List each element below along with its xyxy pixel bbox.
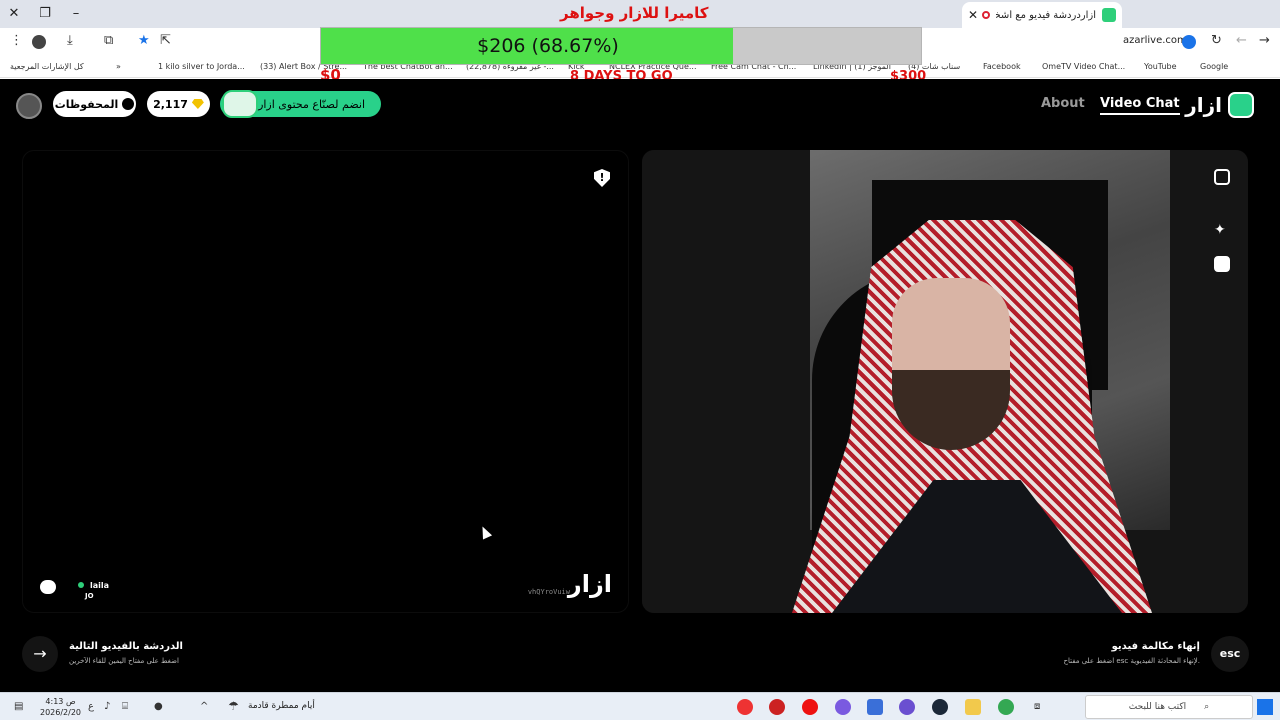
nav-video-chat[interactable]: Video Chat [1100, 96, 1180, 115]
weather-text[interactable]: أيام ممطرة قادمة [248, 701, 315, 711]
bookmark-item[interactable]: Google [1200, 62, 1228, 71]
store-icon[interactable] [867, 699, 883, 715]
app-icon[interactable] [769, 699, 785, 715]
reload-icon[interactable]: ↻ [1211, 33, 1222, 48]
gems-count: 2,117 [153, 97, 188, 111]
url-field[interactable]: azarlive.com [1123, 35, 1187, 46]
progress-text: $206 (68.67%) [477, 35, 619, 57]
azar-site: ازار Video Chat About انضم لصنّاع محتوى … [0, 79, 1280, 692]
weather-icon: ☂ [228, 699, 239, 713]
self-video-panel: ✦ [642, 150, 1248, 613]
end-call-title: إنهاء مكالمة فيديو [1111, 641, 1200, 652]
browser-tab[interactable]: أزاردردشة فيديو مع أشخاص ✕ [962, 2, 1122, 28]
back-icon[interactable]: → [1259, 33, 1270, 48]
windows-taskbar: ▤ 4:13 ص 2026/2/20 ع ♪ ⌸ ● ^ ☂ أيام ممطر… [0, 692, 1280, 720]
forward-icon[interactable]: ← [1236, 33, 1247, 48]
extensions-icon[interactable]: ⧉ [104, 33, 113, 48]
avatar[interactable] [16, 93, 42, 119]
notifications-icon[interactable]: ▤ [14, 701, 23, 712]
watermark-logo: ازار [567, 570, 612, 598]
clock-time: 4:13 ص [45, 697, 76, 706]
recording-icon [982, 11, 991, 19]
expand-video-icon[interactable] [1214, 169, 1230, 185]
clock-icon [122, 98, 135, 110]
tray-chevron-icon[interactable]: ^ [200, 701, 208, 712]
taskbar-search[interactable]: اكتب هنا للبحث ⌕ [1085, 695, 1253, 719]
search-icon: ⌕ [1204, 702, 1210, 712]
clock-date: 2026/2/20 [40, 708, 82, 717]
end-call-hint: اضغط على مفتاح esc لإنهاء المحادثة الفيد… [1063, 657, 1200, 665]
next-chat-title: الدردشة بالفيديو التالية [69, 641, 183, 652]
app-icon[interactable] [835, 699, 851, 715]
saved-label: المحفوظات [54, 97, 119, 111]
azar-logo[interactable]: ازار [1185, 92, 1254, 118]
chat-bubble-icon[interactable] [40, 580, 56, 594]
task-view-icon[interactable]: ⧈ [1034, 701, 1040, 712]
mouse-cursor-icon [477, 524, 493, 540]
bookmark-item[interactable]: 1 kilo silver to Jorda... [158, 62, 245, 71]
face-filter-icon[interactable] [1214, 256, 1230, 272]
camera-in-use-icon[interactable] [1182, 35, 1196, 49]
camera-icon [222, 90, 258, 118]
minimize-window-icon[interactable]: – [66, 4, 86, 24]
file-explorer-icon[interactable] [965, 699, 981, 715]
peer-country: JO [85, 592, 94, 600]
steam-icon[interactable] [932, 699, 948, 715]
tab-close-icon[interactable]: ✕ [968, 8, 978, 22]
gems-button[interactable]: 2,117 [147, 91, 210, 117]
bookmark-item[interactable]: OmeTV Video Chat... [1042, 62, 1125, 71]
volume-icon[interactable]: ♪ [104, 701, 110, 712]
language-indicator[interactable]: ع [88, 701, 94, 712]
windows-start-icon[interactable] [1257, 699, 1273, 715]
saved-button[interactable]: المحفوظات [53, 91, 136, 117]
magic-wand-icon[interactable]: ✦ [1214, 222, 1230, 238]
install-icon[interactable]: ⇱ [160, 33, 171, 48]
next-chat-button[interactable]: → [22, 636, 58, 672]
donation-progress-bar: $206 (68.67%) [320, 27, 922, 65]
app-icon[interactable] [899, 699, 915, 715]
close-window-icon[interactable]: ✕ [4, 4, 24, 24]
gem-icon [191, 99, 204, 109]
report-icon[interactable]: ! [594, 169, 610, 187]
tab-title: أزاردردشة فيديو مع أشخاص [996, 9, 1096, 21]
join-creators-label: انضم لصنّاع محتوى ازار [258, 97, 365, 111]
microphone-icon[interactable]: ● [154, 701, 163, 712]
menu-icon[interactable]: ⋮ [10, 33, 23, 48]
bookmark-item[interactable]: YouTube [1144, 62, 1177, 71]
peer-username: laila [90, 581, 110, 590]
verified-icon [78, 582, 84, 588]
network-icon[interactable]: ⌸ [122, 701, 128, 712]
end-call-button[interactable]: esc [1211, 636, 1249, 672]
more-bookmarks-icon[interactable]: » [116, 62, 121, 71]
azar-favicon-icon [1102, 8, 1116, 22]
azar-logo-icon [1228, 92, 1254, 118]
bookmark-star-icon[interactable]: ★ [138, 33, 150, 48]
peer-video-panel: ! laila JO vhQYroVuiw ازار [22, 150, 629, 613]
profile-icon[interactable] [32, 35, 46, 49]
opera-icon[interactable] [802, 699, 818, 715]
chrome-icon[interactable] [998, 699, 1014, 715]
logo-text: ازار [1185, 93, 1222, 117]
app-icon[interactable] [737, 699, 753, 715]
download-icon[interactable]: ⤓ [67, 33, 73, 48]
restore-window-icon[interactable]: ❐ [35, 4, 55, 24]
overlay-title: كاميرا للازار وجواهر [560, 4, 709, 22]
bookmark-item[interactable]: Facebook [983, 62, 1021, 71]
nav-about[interactable]: About [1041, 96, 1085, 111]
watermark-id: vhQYroVuiw [527, 588, 570, 596]
join-creators-button[interactable]: انضم لصنّاع محتوى ازار [220, 90, 381, 118]
all-bookmarks-item[interactable]: كل الإشارات المرجعية [10, 62, 84, 71]
search-placeholder: اكتب هنا للبحث [1128, 702, 1187, 712]
taskbar-clock[interactable]: 4:13 ص 2026/2/20 [40, 696, 81, 718]
next-chat-hint: اضغط على مفتاح اليمين للقاء الآخرين [69, 657, 179, 665]
